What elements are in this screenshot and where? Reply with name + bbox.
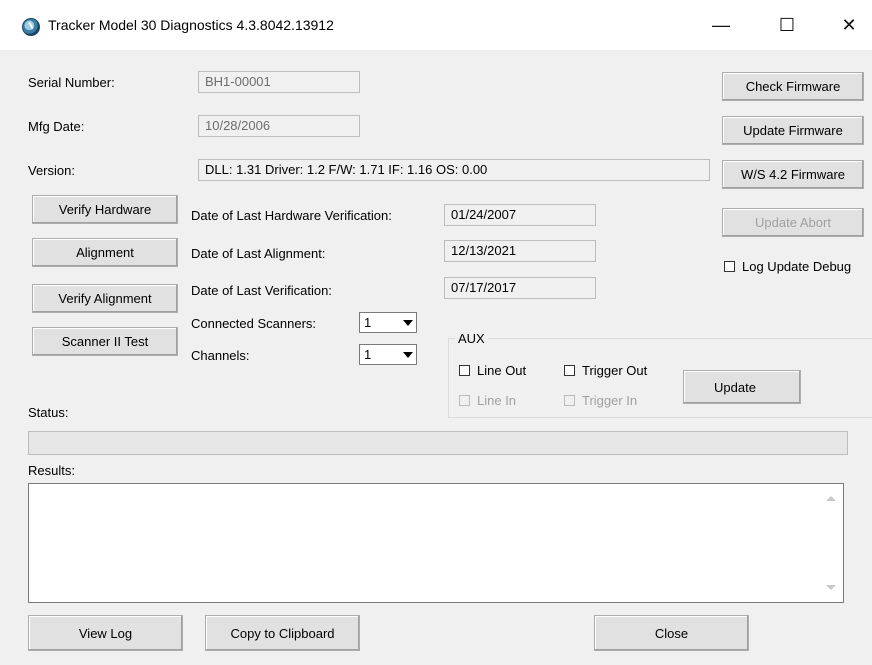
line-out-checkbox[interactable]: Line Out xyxy=(459,363,526,378)
line-in-checkbox[interactable]: Line In xyxy=(459,393,516,408)
status-label: Status: xyxy=(28,405,69,420)
close-window-button[interactable]: ✕ xyxy=(826,10,872,40)
log-update-debug-checkbox[interactable]: Log Update Debug xyxy=(724,259,851,274)
version-field: DLL: 1.31 Driver: 1.2 F/W: 1.71 IF: 1.16… xyxy=(198,159,710,181)
hw-verification-field: 01/24/2007 xyxy=(444,204,596,226)
status-field xyxy=(28,431,848,455)
results-label: Results: xyxy=(28,463,75,478)
checkbox-box[interactable] xyxy=(459,395,470,406)
trigger-in-label: Trigger In xyxy=(582,393,638,408)
trigger-out-checkbox[interactable]: Trigger Out xyxy=(564,363,647,378)
app-icon xyxy=(22,18,40,36)
copy-clipboard-button[interactable]: Copy to Clipboard xyxy=(205,615,360,651)
checkbox-box[interactable] xyxy=(564,395,575,406)
update-firmware-button[interactable]: Update Firmware xyxy=(722,116,864,145)
serial-number-label: Serial Number: xyxy=(28,75,115,90)
scroll-up-icon[interactable] xyxy=(826,496,836,501)
connected-scanners-label: Connected Scanners: xyxy=(191,316,317,331)
check-firmware-button[interactable]: Check Firmware xyxy=(722,72,864,101)
channels-value: 1 xyxy=(364,347,372,362)
checkbox-box[interactable] xyxy=(724,261,735,272)
channels-label: Channels: xyxy=(191,348,250,363)
line-out-label: Line Out xyxy=(477,363,527,378)
connected-scanners-value: 1 xyxy=(364,315,372,330)
connected-scanners-select[interactable]: 1 xyxy=(359,312,417,333)
aux-update-button[interactable]: Update xyxy=(683,370,801,404)
checkbox-box[interactable] xyxy=(459,365,470,376)
alignment-button[interactable]: Alignment xyxy=(32,238,178,267)
checkbox-box[interactable] xyxy=(564,365,575,376)
view-log-button[interactable]: View Log xyxy=(28,615,183,651)
close-button[interactable]: Close xyxy=(594,615,749,651)
minimize-button[interactable]: — xyxy=(698,10,744,40)
verify-hardware-button[interactable]: Verify Hardware xyxy=(32,195,178,224)
alignment-date-field: 12/13/2021 xyxy=(444,240,596,262)
trigger-out-label: Trigger Out xyxy=(582,363,648,378)
trigger-in-checkbox[interactable]: Trigger In xyxy=(564,393,637,408)
update-abort-button[interactable]: Update Abort xyxy=(722,208,864,237)
scroll-down-icon[interactable] xyxy=(826,585,836,590)
serial-number-field: BH1-00001 xyxy=(198,71,360,93)
ws-firmware-button[interactable]: W/S 4.2 Firmware xyxy=(722,160,864,189)
verification-date-label: Date of Last Verification: xyxy=(191,283,332,298)
channels-select[interactable]: 1 xyxy=(359,344,417,365)
window-title: Tracker Model 30 Diagnostics 4.3.8042.13… xyxy=(48,17,334,33)
verify-alignment-button[interactable]: Verify Alignment xyxy=(32,284,178,313)
version-label: Version: xyxy=(28,163,75,178)
aux-legend: AUX xyxy=(455,331,488,346)
log-update-debug-label: Log Update Debug xyxy=(742,259,852,274)
results-textarea[interactable] xyxy=(28,483,844,603)
verification-date-field: 07/17/2017 xyxy=(444,277,596,299)
mfg-date-field: 10/28/2006 xyxy=(198,115,360,137)
hw-verification-label: Date of Last Hardware Verification: xyxy=(191,208,392,223)
alignment-date-label: Date of Last Alignment: xyxy=(191,246,326,261)
scanner-test-button[interactable]: Scanner II Test xyxy=(32,327,178,356)
chevron-down-icon xyxy=(403,352,413,358)
maximize-button[interactable]: ☐ xyxy=(764,10,810,40)
title-bar: Tracker Model 30 Diagnostics 4.3.8042.13… xyxy=(0,0,872,50)
mfg-date-label: Mfg Date: xyxy=(28,119,85,134)
line-in-label: Line In xyxy=(477,393,517,408)
chevron-down-icon xyxy=(403,320,413,326)
